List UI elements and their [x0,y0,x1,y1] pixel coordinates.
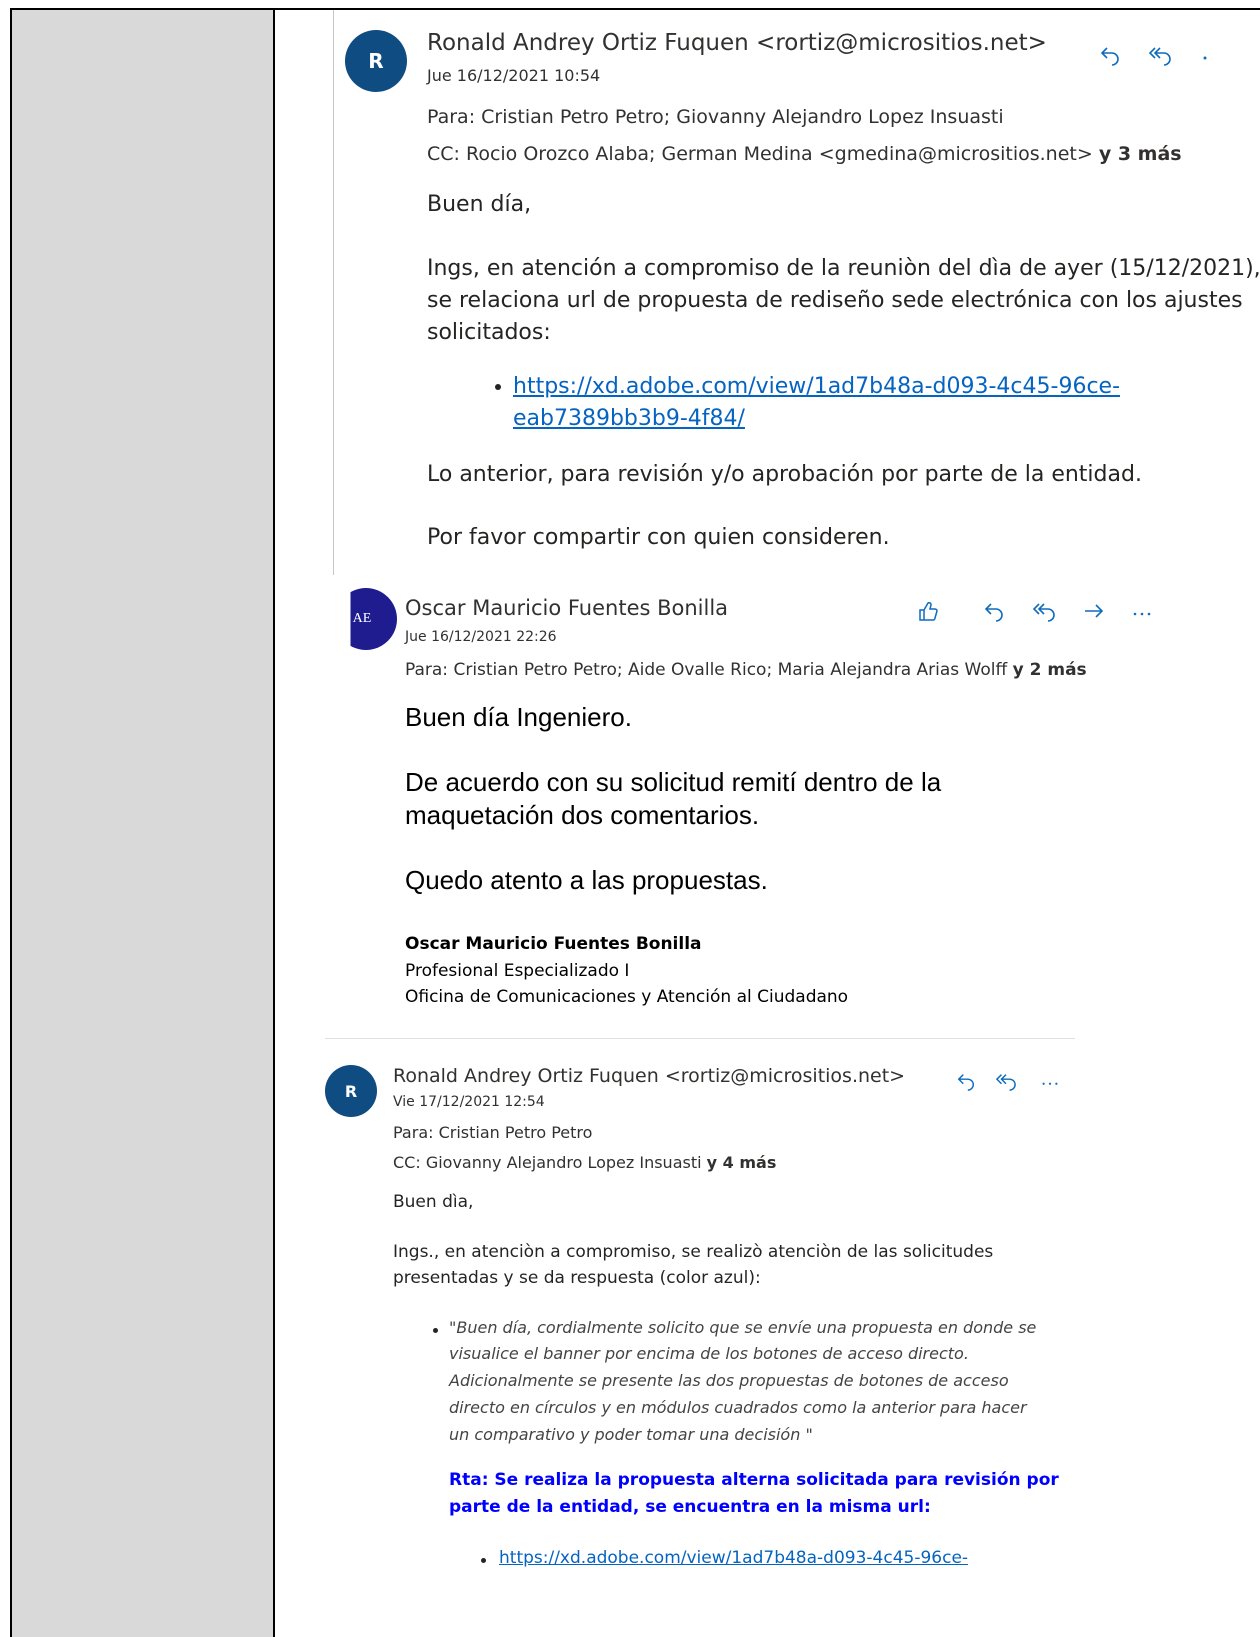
message-separator [325,1038,1075,1039]
more-icon[interactable] [1195,40,1215,70]
to-recipients[interactable]: Cristian Petro Petro [439,1123,593,1142]
avatar-logo[interactable]: AE [350,588,397,650]
message-date: Jue 16/12/2021 22:26 [405,629,557,645]
quote-line: directo en círculos y en módulos cuadrad… [449,1398,1027,1417]
greeting: Buen dìa, [393,1192,474,1212]
to-line: Para: Cristian Petro Petro [393,1123,592,1142]
to-recipients[interactable]: Cristian Petro Petro; Giovanny Alejandro… [481,106,1004,128]
signature-office: Oficina de Comunicaciones y Atención al … [405,987,849,1007]
bullet-dot [433,1328,438,1333]
proposal-link[interactable]: https://xd.adobe.com/view/1ad7b48a-d093-… [513,374,1120,399]
bullet-dot [481,1558,486,1563]
to-line: Para: Cristian Petro Petro; Giovanny Ale… [427,106,1004,128]
body-paragraph-line: se relaciona url de propuesta de rediseñ… [427,288,1243,313]
message-date: Jue 16/12/2021 10:54 [427,66,601,85]
cc-more-link[interactable]: y 4 más [707,1153,777,1172]
more-icon[interactable] [1127,596,1157,626]
body-line: De acuerdo con su solicitud remití dentr… [405,767,942,797]
avatar[interactable]: R [345,30,407,92]
cc-recipients[interactable]: Rocio Orozco Alaba; German Medina <gmedi… [466,143,1093,165]
reply-all-icon[interactable] [1145,40,1175,70]
signature-name: Oscar Mauricio Fuentes Bonilla [405,934,702,954]
body-line: Buen día Ingeniero. [405,702,632,732]
greeting: Buen día, [427,192,532,217]
body-paragraph-line: solicitados: [427,320,551,345]
cc-line: CC: Giovanny Alejandro Lopez Insuasti y … [393,1153,776,1172]
left-gray-column [12,10,275,1637]
body-line: maquetación dos comentarios. [405,800,760,830]
reply-icon[interactable] [1095,40,1125,70]
to-more-link[interactable]: y 2 más [1013,660,1087,680]
cc-label: CC: [393,1153,421,1172]
body-paragraph: Por favor compartir con quien consideren… [427,525,890,550]
body-paragraph: Lo anterior, para revisión y/o aprobació… [427,462,1142,487]
left-divider [333,10,334,575]
answer-line: parte de la entidad, se encuentra en la … [449,1497,931,1517]
cc-line: CC: Rocio Orozco Alaba; German Medina <g… [427,143,1182,165]
forward-icon[interactable] [1079,596,1109,626]
quote-line: Adicionalmente se presente las dos propu… [449,1371,1009,1390]
body-paragraph-line: Ings, en atención a compromiso de la reu… [427,256,1260,281]
to-recipients[interactable]: Cristian Petro Petro; Aide Ovalle Rico; … [453,660,1007,680]
avatar[interactable]: R [325,1065,377,1117]
message-date: Vie 17/12/2021 12:54 [393,1094,545,1110]
like-icon[interactable] [913,596,943,626]
more-icon[interactable] [1037,1068,1063,1094]
body-paragraph-line: Ings., en atenciòn a compromiso, se real… [393,1242,994,1262]
document-frame: R Ronald Andrey Ortiz Fuquen <rortiz@mic… [10,8,1260,1637]
bullet-dot [495,384,501,390]
sender-name[interactable]: Oscar Mauricio Fuentes Bonilla [405,596,728,620]
quote-line: "Buen día, cordialmente solicito que se … [449,1318,1037,1337]
proposal-link-cont[interactable]: eab7389bb3b9-4f84/ [513,406,745,431]
reply-icon[interactable] [953,1068,979,1094]
signature-title: Profesional Especializado I [405,961,630,981]
answer-line: Rta: Se realiza la propuesta alterna sol… [449,1470,1059,1490]
cc-label: CC: [427,143,460,165]
cc-more-link[interactable]: y 3 más [1099,143,1182,165]
email-thread: R Ronald Andrey Ortiz Fuquen <rortiz@mic… [277,10,1260,1637]
cc-recipients[interactable]: Giovanny Alejandro Lopez Insuasti [426,1153,702,1172]
reply-icon[interactable] [979,596,1009,626]
reply-all-icon[interactable] [993,1068,1019,1094]
to-label: Para: [427,106,476,128]
quote-line: visualice el banner por encima de los bo… [449,1344,969,1363]
reply-all-icon[interactable] [1029,596,1059,626]
body-line: Quedo atento a las propuestas. [405,865,768,895]
to-line: Para: Cristian Petro Petro; Aide Ovalle … [405,660,1087,680]
to-label: Para: [393,1123,434,1142]
sender-name[interactable]: Ronald Andrey Ortiz Fuquen <rortiz@micro… [427,30,1047,56]
proposal-link[interactable]: https://xd.adobe.com/view/1ad7b48a-d093-… [499,1548,968,1568]
sender-name[interactable]: Ronald Andrey Ortiz Fuquen <rortiz@micro… [393,1065,905,1087]
quote-line: un comparativo y poder tomar una decisió… [449,1425,813,1444]
to-label: Para: [405,660,449,680]
body-paragraph-line: presentadas y se da respuesta (color azu… [393,1268,761,1288]
